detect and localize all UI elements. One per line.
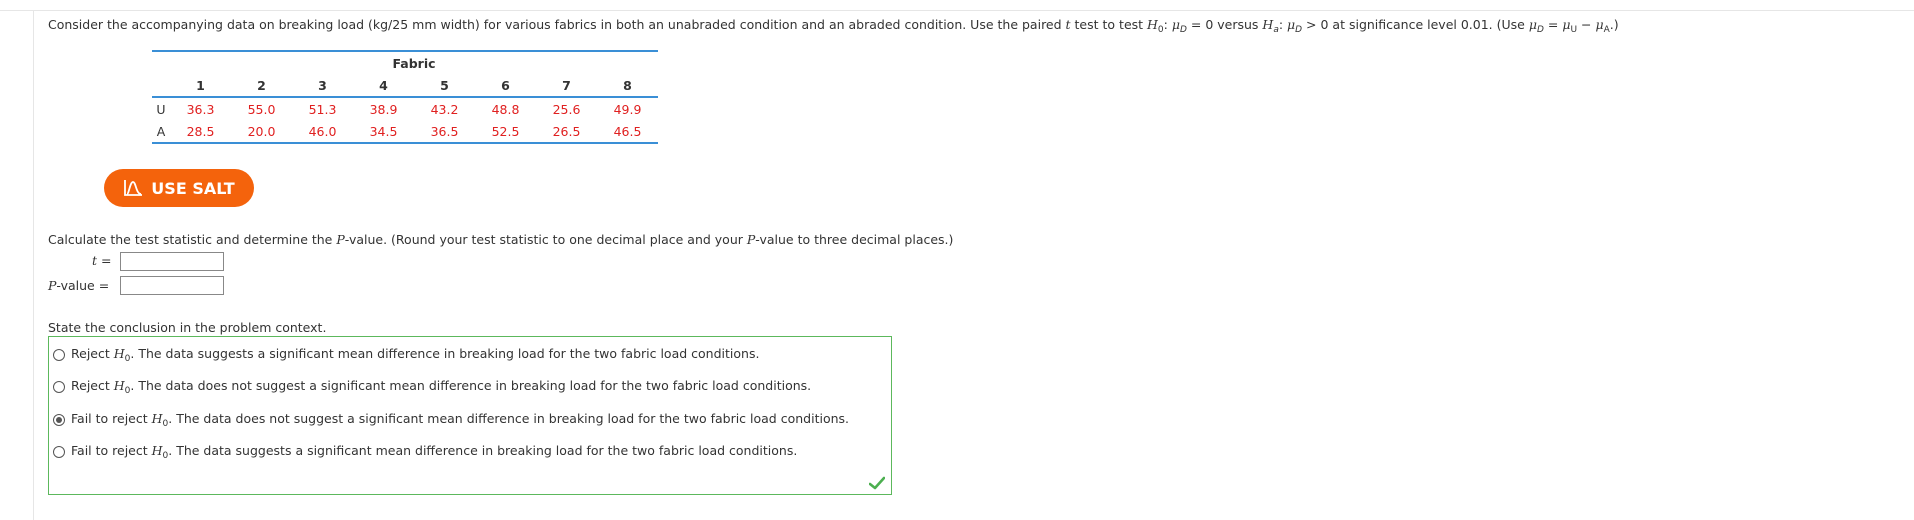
equals: =	[97, 253, 112, 268]
mu-symbol: μ	[1171, 17, 1180, 32]
conclusion-option-1[interactable]: Reject H0. The data suggests a significa…	[53, 346, 759, 364]
equals: =	[1543, 17, 1563, 32]
table-cell: 49.9	[613, 101, 642, 117]
conclusion-choices: Reject H0. The data suggests a significa…	[48, 336, 892, 495]
option-prefix: Reject	[71, 378, 114, 393]
table-cell: 25.6	[552, 101, 581, 117]
table-cell: 36.3	[186, 101, 215, 117]
column-header: 4	[353, 74, 414, 98]
minus: −	[1577, 17, 1596, 32]
equals: =	[94, 278, 110, 293]
table-cell: 55.0	[247, 101, 276, 117]
prompt-text: = 0 versus	[1186, 17, 1263, 32]
left-divider	[33, 10, 34, 520]
calc-text: -value to three decimal places.)	[755, 232, 954, 247]
h-symbol: H	[113, 378, 125, 393]
prompt-text: > 0 at significance level 0.01. (Use	[1302, 17, 1529, 32]
table-cell: 34.5	[353, 120, 414, 144]
h-symbol: H	[113, 346, 125, 361]
radio-button[interactable]	[53, 446, 65, 458]
t-label: t =	[92, 253, 111, 268]
conclusion-option-2[interactable]: Reject H0. The data does not suggest a s…	[53, 378, 811, 396]
prompt-text: Consider the accompanying data on breaki…	[48, 17, 1066, 32]
table-header-row: 1 2 3 4 5 6 7 8	[152, 74, 658, 98]
option-body: . The data suggests a significant mean d…	[130, 346, 760, 361]
column-header: 1	[170, 74, 231, 98]
mu-symbol: μ	[1528, 17, 1537, 32]
column-header: 5	[414, 74, 475, 98]
use-salt-label: USE SALT	[151, 178, 235, 198]
table-group-header: Fabric	[170, 50, 658, 74]
table-cell: 26.5	[536, 120, 597, 144]
colon: :	[1278, 17, 1288, 32]
radio-button[interactable]	[53, 381, 65, 393]
mu-symbol: μ	[1595, 17, 1604, 32]
radio-button[interactable]	[53, 349, 65, 361]
subscript: D	[1179, 25, 1187, 35]
column-header: 8	[597, 74, 658, 98]
option-text: Fail to reject H0. The data does not sug…	[71, 411, 849, 429]
prompt-text: test to test	[1070, 17, 1148, 32]
conclusion-heading: State the conclusion in the problem cont…	[48, 320, 327, 335]
table-cell: 20.0	[231, 120, 292, 144]
conclusion-option-3[interactable]: Fail to reject H0. The data does not sug…	[53, 411, 849, 429]
table-row: U 36.3 55.0 51.3 38.9 43.2 48.8 25.6 49.…	[152, 97, 658, 120]
calc-text: Calculate the test statistic and determi…	[48, 232, 337, 247]
column-header: 3	[292, 74, 353, 98]
column-header: 6	[475, 74, 536, 98]
option-body: . The data suggests a significant mean d…	[168, 443, 798, 458]
table-cell: 51.3	[308, 101, 337, 117]
option-text: Fail to reject H0. The data suggests a s…	[71, 443, 797, 461]
p-value-input[interactable]	[120, 276, 224, 295]
option-prefix: Fail to reject	[71, 411, 152, 426]
option-text: Reject H0. The data does not suggest a s…	[71, 378, 811, 396]
h-symbol: H	[151, 411, 163, 426]
table-cell: 48.8	[491, 101, 520, 117]
top-divider	[0, 0, 1914, 11]
calc-text: -value. (Round your test statistic to on…	[344, 232, 747, 247]
subscript: D	[1536, 25, 1544, 35]
question-prompt: Consider the accompanying data on breaki…	[48, 17, 1619, 35]
use-salt-button[interactable]: USE SALT	[104, 169, 254, 207]
mu-symbol: μ	[1287, 17, 1296, 32]
table-cell: 43.2	[430, 101, 459, 117]
p-value-text: -value	[56, 278, 95, 293]
salt-chart-icon	[124, 180, 143, 196]
option-prefix: Reject	[71, 346, 114, 361]
option-text: Reject H0. The data suggests a significa…	[71, 346, 759, 364]
column-header: 7	[536, 74, 597, 98]
option-prefix: Fail to reject	[71, 443, 152, 458]
p-value-label: P-value =	[48, 278, 109, 293]
conclusion-option-4[interactable]: Fail to reject H0. The data suggests a s…	[53, 443, 797, 461]
table-cell: 46.5	[597, 120, 658, 144]
p-symbol: P	[336, 232, 345, 247]
h-symbol: H	[1147, 17, 1158, 32]
prompt-text: .)	[1609, 17, 1619, 32]
h-symbol: H	[151, 443, 163, 458]
table-cell: 28.5	[170, 120, 231, 144]
row-label: A	[152, 120, 170, 144]
t-statistic-input[interactable]	[120, 252, 224, 271]
table-cell: 46.0	[292, 120, 353, 144]
column-header: 2	[231, 74, 292, 98]
calc-instructions: Calculate the test statistic and determi…	[48, 232, 953, 247]
fabric-data-table: Fabric 1 2 3 4 5 6 7 8 U 36.3 55.0 51.3 …	[152, 50, 658, 144]
correct-checkmark-icon	[869, 476, 885, 490]
row-label: U	[156, 101, 166, 117]
option-body: . The data does not suggest a significan…	[130, 378, 812, 393]
table-cell: 38.9	[369, 101, 398, 117]
table-row: A 28.5 20.0 46.0 34.5 36.5 52.5 26.5 46.…	[152, 120, 658, 144]
table-cell: 36.5	[414, 120, 475, 144]
radio-button-selected[interactable]	[53, 414, 65, 426]
option-body: . The data does not suggest a significan…	[168, 411, 849, 426]
table-cell: 52.5	[475, 120, 536, 144]
colon: :	[1163, 17, 1172, 32]
h-symbol: H	[1262, 17, 1274, 32]
